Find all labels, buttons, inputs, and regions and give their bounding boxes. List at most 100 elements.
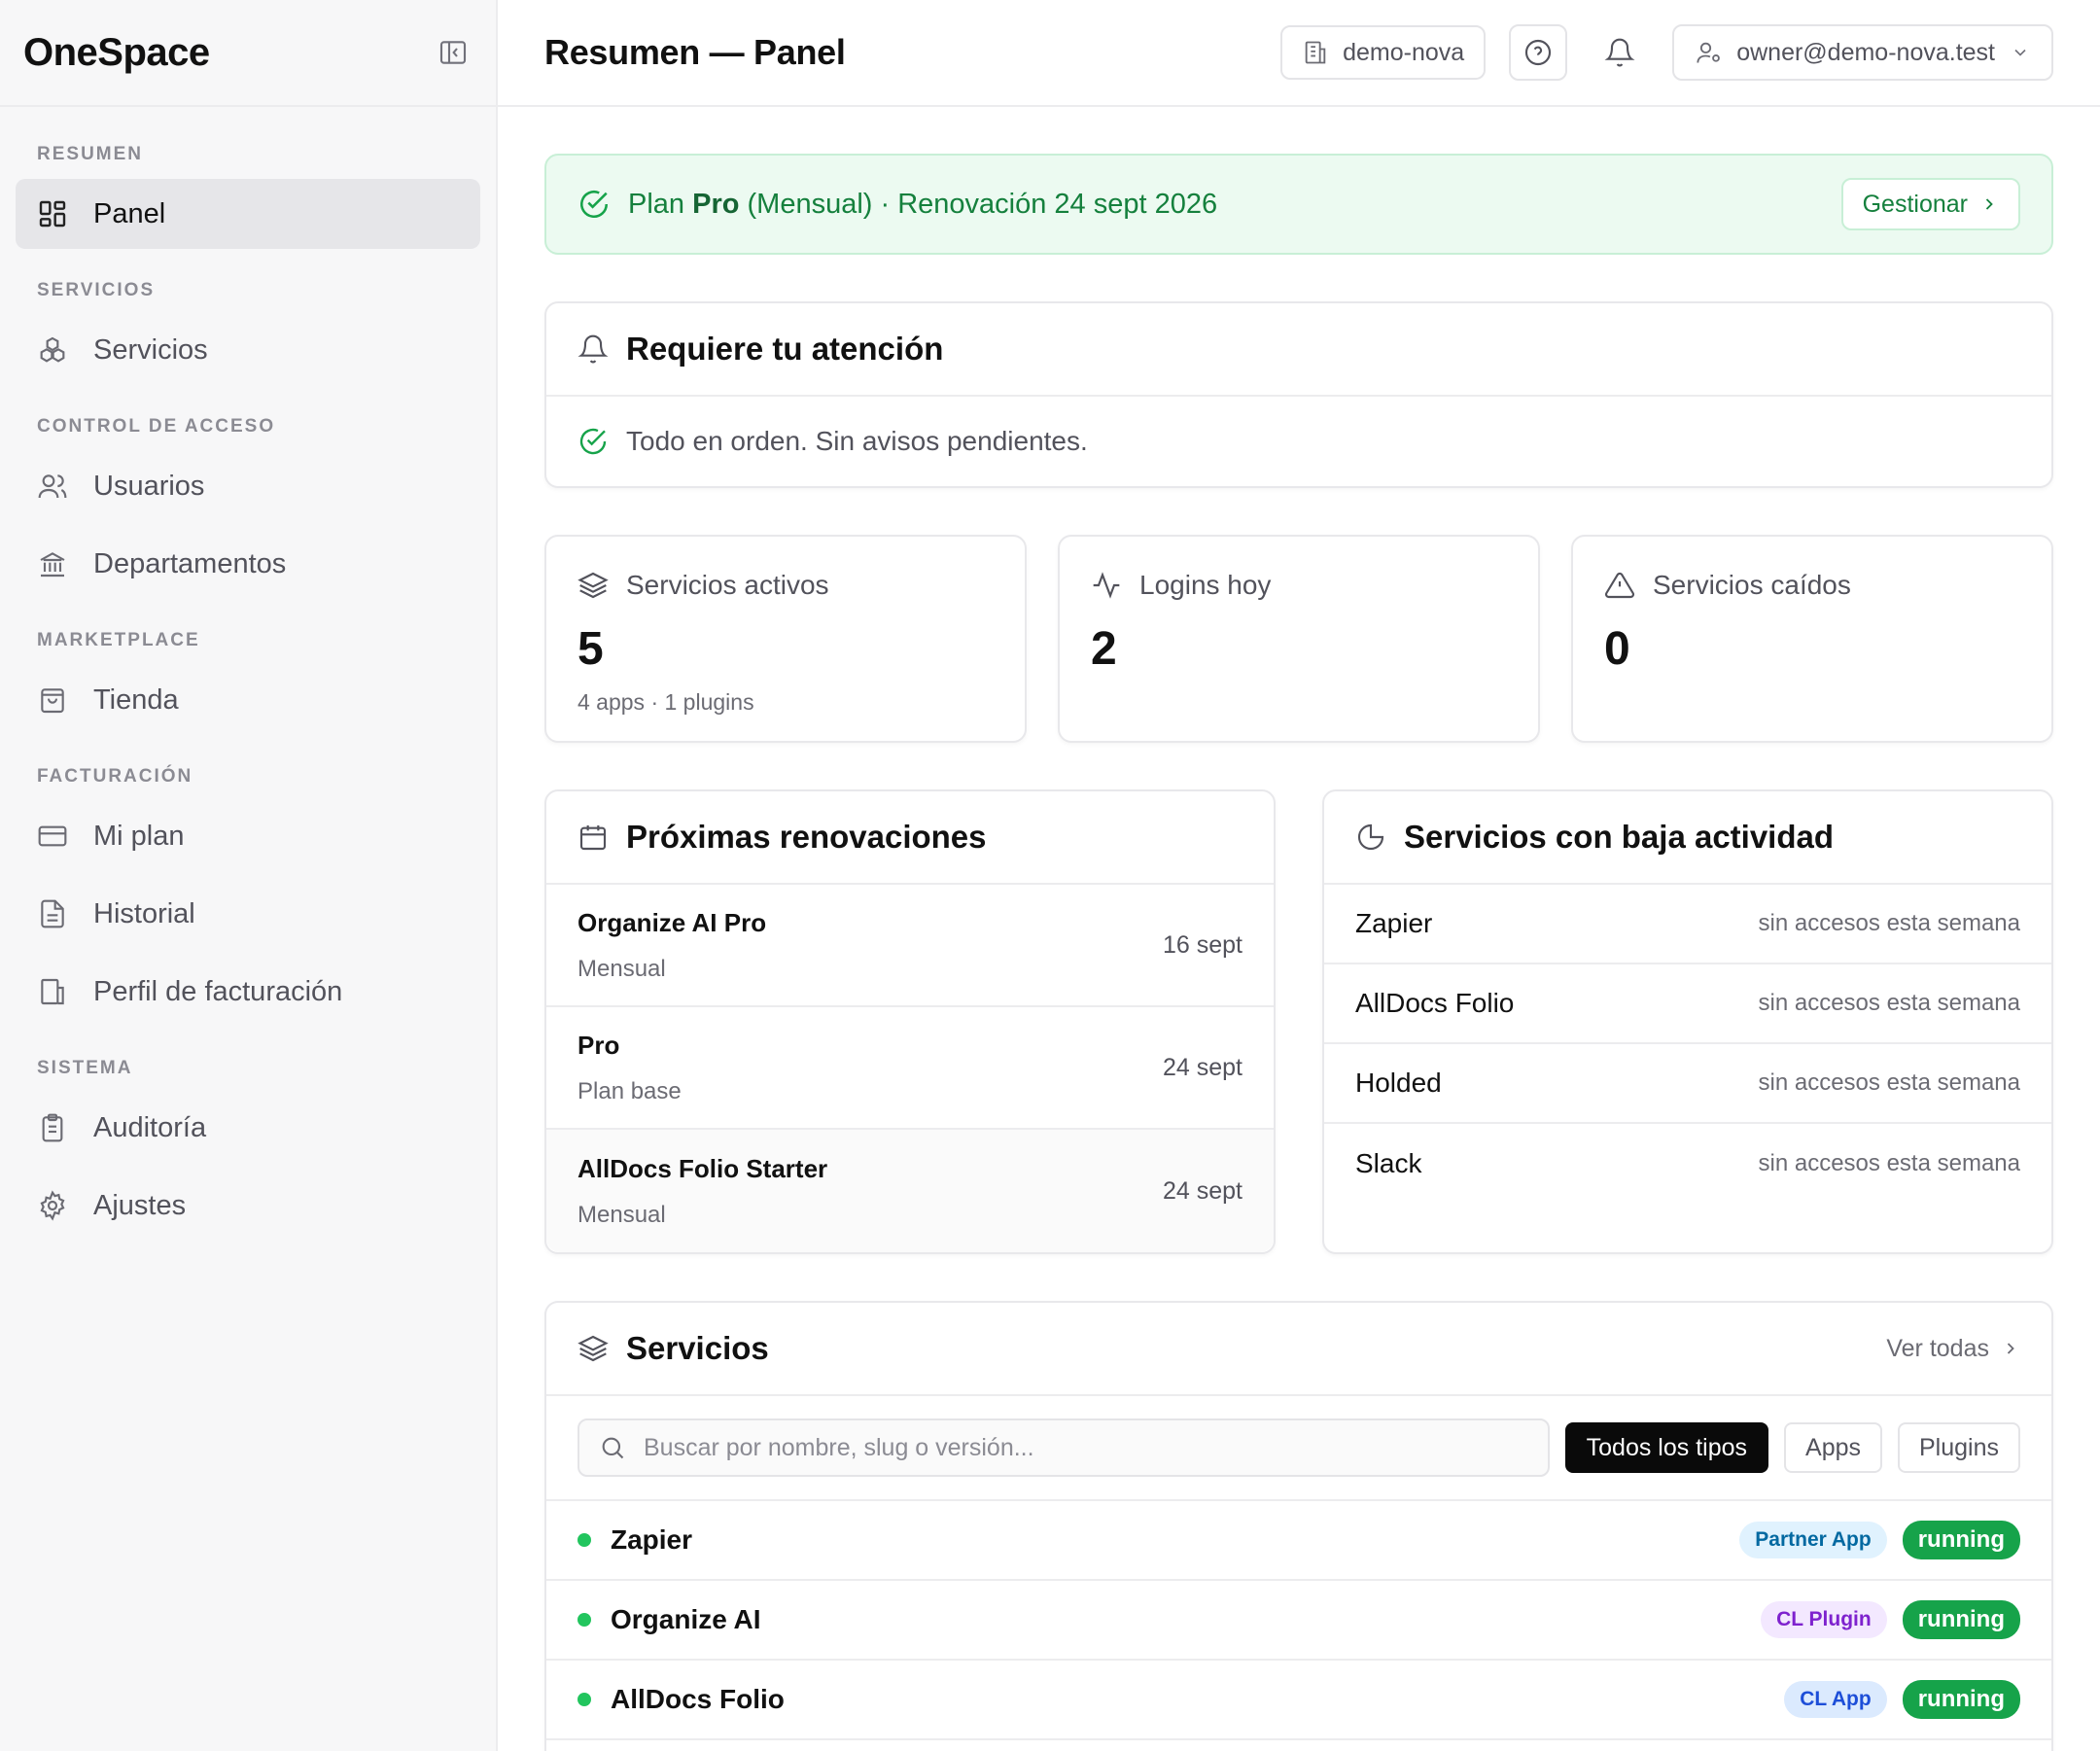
sidebar-item-label: Usuarios [93,470,205,502]
status-dot [578,1693,591,1706]
services-title: Servicios [626,1330,769,1366]
plan-prefix: Plan [628,188,693,220]
service-row[interactable]: Zapier Partner App running [546,1501,2051,1581]
sidebar-item-historial[interactable]: Historial [16,879,480,949]
renewal-row[interactable]: AllDocs Folio Starter Mensual 24 sept [546,1130,1274,1252]
help-button[interactable] [1509,24,1568,81]
service-name: Zapier [611,1524,693,1555]
attention-message-row: Todo en orden. Sin avisos pendientes. [546,397,2051,486]
user-menu[interactable]: owner@demo-nova.test [1672,24,2053,81]
renewal-sub: Plan base [578,1077,682,1104]
services-header: Servicios Ver todas [546,1303,2051,1396]
sidebar-item-label: Perfil de facturación [93,975,343,1007]
sidebar-item-perfil-facturacion[interactable]: Perfil de facturación [16,957,480,1027]
tenant-chip[interactable]: demo-nova [1280,25,1487,80]
sidebar-item-servicios[interactable]: Servicios [16,315,480,385]
brand-row: OneSpace [0,0,496,107]
chevron-right-icon [2001,1339,2020,1358]
service-row[interactable]: Organize AI CL Plugin running [546,1581,2051,1661]
attention-header: Requiere tu atención [546,303,2051,397]
page-title: Resumen — Panel [544,32,846,72]
help-circle-icon [1522,37,1554,68]
two-column-row: Próximas renovaciones Organize AI Pro Me… [544,789,2053,1254]
bell-icon [578,333,609,365]
manage-label: Gestionar [1862,190,1968,218]
see-all-link[interactable]: Ver todas [1886,1335,2020,1363]
alert-triangle-icon [1604,570,1635,601]
sidebar-nav: RESUMEN Panel SERVICIOS Servicios CONTRO… [0,107,496,1241]
plan-text: Plan Pro (Mensual) · Renovación 24 sept … [628,189,1841,221]
stat-label-row: Servicios caídos [1604,570,2020,601]
low-activity-name: Holded [1355,1068,1442,1098]
shopping-bag-icon [37,684,68,716]
status-dot [578,1533,591,1547]
gear-icon [37,1190,68,1221]
nav-section-sistema: SISTEMA [37,1058,133,1078]
sidebar-item-label: Departamentos [93,547,287,579]
stat-sub: 4 apps · 1 plugins [578,689,754,715]
chevron-down-icon [2011,43,2030,62]
sidebar-item-label: Servicios [93,333,208,366]
nav-section-resumen: RESUMEN [37,144,144,164]
stat-label-row: Servicios activos [578,570,994,601]
sidebar-item-mi-plan[interactable]: Mi plan [16,801,480,871]
status-badge: running [1902,1521,2020,1559]
brand-logo: OneSpace [23,30,210,74]
service-name: Organize AI [611,1604,761,1634]
sidebar-item-tienda[interactable]: Tienda [16,665,480,735]
stat-label-row: Logins hoy [1091,570,1507,601]
renewal-sub: Mensual [578,955,666,982]
dashboard-icon [37,198,68,229]
services-search-input[interactable]: Buscar por nombre, slug o versión... [578,1418,1550,1477]
nav-section-marketplace: MARKETPLACE [37,630,200,650]
sidebar-collapse-icon[interactable] [438,37,469,68]
filter-all-types[interactable]: Todos los tipos [1564,1422,1769,1473]
check-circle-icon [578,426,609,457]
sidebar-item-label: Panel [93,197,166,229]
low-activity-row[interactable]: Zapier sin accesos esta semana [1324,885,2051,964]
users-icon [37,471,68,502]
filter-plugins[interactable]: Plugins [1898,1422,2020,1473]
low-activity-row[interactable]: Holded sin accesos esta semana [1324,1044,2051,1124]
clipboard-icon [37,1112,68,1143]
search-icon [599,1434,626,1461]
nav-section-control-acceso: CONTROL DE ACCESO [37,416,276,437]
stat-label: Servicios activos [626,570,829,600]
renewals-card: Próximas renovaciones Organize AI Pro Me… [544,789,1276,1254]
user-email: owner@demo-nova.test [1736,38,1995,66]
renewal-row[interactable]: Organize AI Pro Mensual 16 sept [546,885,1274,1007]
notifications-button[interactable] [1591,24,1649,81]
service-type-badge: CL App [1784,1681,1887,1718]
stat-label: Logins hoy [1139,570,1272,600]
attention-card: Requiere tu atención Todo en orden. Sin … [544,301,2053,488]
plan-banner: Plan Pro (Mensual) · Renovación 24 sept … [544,154,2053,255]
service-type-badge: Partner App [1739,1522,1887,1558]
service-row[interactable]: AllDocs Folio CL App running [546,1661,2051,1740]
sidebar-item-auditoria[interactable]: Auditoría [16,1093,480,1163]
sidebar-item-usuarios[interactable]: Usuarios [16,451,480,521]
renewal-row[interactable]: Pro Plan base 24 sept [546,1007,1274,1130]
nav-section-servicios: SERVICIOS [37,280,156,300]
plan-name: Pro [692,188,740,220]
renewal-sub: Mensual [578,1201,666,1228]
chevron-right-icon [1979,194,1999,214]
low-activity-row[interactable]: Slack sin accesos esta semana [1324,1124,2051,1204]
service-name: AllDocs Folio [611,1684,785,1714]
sidebar-item-departamentos[interactable]: Departamentos [16,529,480,599]
layers-icon [578,1333,609,1364]
status-dot [578,1613,591,1627]
sidebar-item-ajustes[interactable]: Ajustes [16,1171,480,1241]
moon-icon [1355,822,1386,853]
low-activity-row[interactable]: AllDocs Folio sin accesos esta semana [1324,964,2051,1044]
low-activity-card: Servicios con baja actividad Zapier sin … [1322,789,2053,1254]
stat-value: 5 [578,623,604,675]
sidebar-item-label: Auditoría [93,1111,207,1143]
renewal-info: Pro Plan base [578,1031,1163,1105]
renewal-name: AllDocs Folio Starter [578,1153,828,1183]
stat-label: Servicios caídos [1653,570,1851,600]
filter-apps[interactable]: Apps [1784,1422,1882,1473]
sidebar: OneSpace RESUMEN Panel SERVICIOS Servici… [0,0,498,1751]
manage-plan-button[interactable]: Gestionar [1840,178,2020,230]
sidebar-item-panel[interactable]: Panel [16,179,480,249]
attention-message: Todo en orden. Sin avisos pendientes. [626,426,1088,456]
